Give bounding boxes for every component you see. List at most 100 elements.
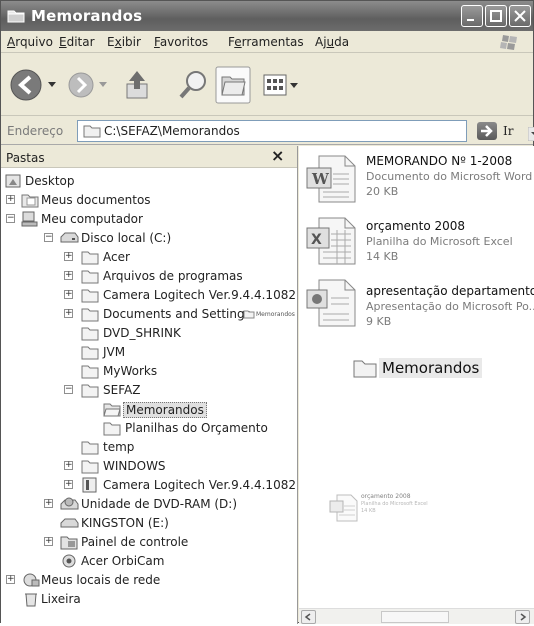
tree-item-temp[interactable]: temp xyxy=(1,438,291,457)
drag-ghost-folder-icon xyxy=(243,310,255,319)
tree-item-windows[interactable]: + WINDOWS xyxy=(1,457,291,476)
maximize-icon xyxy=(490,10,502,22)
expand-icon[interactable]: + xyxy=(44,537,53,546)
tree-item-acer[interactable]: + Acer xyxy=(1,248,291,267)
tree-item-camera-logitech[interactable]: + Camera Logitech Ver.9.4.4.1082 xyxy=(1,286,296,305)
control-panel-icon xyxy=(60,536,78,550)
address-input[interactable]: C:\SEFAZ\Memorandos xyxy=(77,120,534,142)
menu-editar[interactable]: Editar xyxy=(59,35,95,49)
go-label[interactable]: Ir xyxy=(503,124,513,138)
expand-icon[interactable]: + xyxy=(6,575,15,584)
tree-item-meu-computador[interactable]: − Meu computador xyxy=(1,210,291,229)
collapse-icon[interactable]: − xyxy=(64,385,73,394)
close-icon xyxy=(514,10,526,22)
tree-item-camera-logitech-device[interactable]: + Camera Logitech Ver.9.4.4.1082 xyxy=(1,476,296,495)
webcam-icon xyxy=(62,554,76,568)
menu-arquivo[interactable]: Arquivo xyxy=(7,35,53,49)
scroll-right-button[interactable] xyxy=(515,610,530,624)
windows-logo-icon xyxy=(500,35,517,50)
folder-icon xyxy=(81,270,99,284)
excel-sheet-icon xyxy=(329,494,358,522)
folder-icon xyxy=(81,308,99,322)
expand-icon[interactable]: + xyxy=(64,271,73,280)
documents-folder-icon xyxy=(21,194,39,208)
horizontal-scrollbar[interactable] xyxy=(299,608,534,624)
folder-icon xyxy=(353,360,377,378)
go-button[interactable] xyxy=(477,122,497,140)
explorer-window: Memorandos Arquivo Editar Exibir Favorit… xyxy=(0,0,534,624)
folders-pane: Pastas × Desktop + Meus documentos − Meu… xyxy=(1,146,298,624)
forward-button[interactable] xyxy=(67,71,95,99)
back-button[interactable] xyxy=(9,68,43,102)
minimize-button[interactable] xyxy=(461,5,483,27)
computer-icon xyxy=(21,211,38,227)
maximize-button[interactable] xyxy=(485,5,507,27)
tree-item-desktop[interactable]: Desktop xyxy=(1,172,291,191)
folders-pane-close-button[interactable]: × xyxy=(271,146,284,165)
tree-item-dvd-ram[interactable]: + Unidade de DVD-RAM (D:) xyxy=(1,495,291,514)
tree-item-dvd-shrink[interactable]: DVD_SHRINK xyxy=(1,324,291,343)
powerpoint-icon xyxy=(306,279,356,327)
menu-ajuda[interactable]: Ajuda xyxy=(315,35,349,49)
tree-item-planilhas-do-orcamento[interactable]: Planilhas do Orçamento xyxy=(1,419,291,438)
close-button[interactable] xyxy=(509,5,531,27)
drag-ghost-label: Memorandos xyxy=(256,311,295,318)
collapse-icon[interactable]: − xyxy=(44,233,53,242)
tree-item-sefaz[interactable]: − SEFAZ xyxy=(1,381,291,400)
search-button[interactable] xyxy=(177,68,211,102)
menu-exibir[interactable]: Exibir xyxy=(107,35,141,49)
menu-bar: Arquivo Editar Exibir Favoritos Ferramen… xyxy=(1,31,533,53)
removable-drive-icon xyxy=(60,518,79,528)
expand-icon[interactable]: + xyxy=(64,480,73,489)
tree-item-arquivos-de-programas[interactable]: + Arquivos de programas xyxy=(1,267,291,286)
expand-icon[interactable]: + xyxy=(64,309,73,318)
minimize-icon xyxy=(467,19,474,21)
expand-icon[interactable]: + xyxy=(44,499,53,508)
folder-icon xyxy=(81,251,99,265)
folders-pane-header: Pastas × xyxy=(1,146,297,168)
back-dropdown-icon[interactable] xyxy=(47,81,57,89)
address-dropdown-icon[interactable] xyxy=(528,127,534,141)
tree-item-myworks[interactable]: MyWorks xyxy=(1,362,291,381)
tree-item-jvm[interactable]: JVM xyxy=(1,343,291,362)
views-dropdown-icon[interactable] xyxy=(289,82,299,90)
scroll-left-button[interactable] xyxy=(301,610,316,624)
menu-ferramentas[interactable]: Ferramentas xyxy=(228,35,304,49)
folder-icon xyxy=(81,384,99,398)
tree-item-kingston[interactable]: KINGSTON (E:) xyxy=(1,514,291,533)
tree-item-disco-local[interactable]: − Disco local (C:) xyxy=(1,229,291,248)
expand-icon[interactable]: + xyxy=(64,290,73,299)
tree-item-documents-and-settings[interactable]: + Documents and Settings Memorandos xyxy=(1,305,297,324)
folder-icon xyxy=(81,460,99,474)
expand-icon[interactable]: + xyxy=(64,461,73,470)
tree-item-acer-orbicam[interactable]: Acer OrbiCam xyxy=(1,552,291,571)
folder-icon xyxy=(81,346,99,360)
folders-button[interactable] xyxy=(215,66,251,104)
hard-drive-icon xyxy=(60,232,79,243)
tree-item-memorandos[interactable]: Memorandos xyxy=(1,400,291,419)
forward-dropdown-icon[interactable] xyxy=(98,81,108,89)
svg-text:W: W xyxy=(311,170,330,188)
network-places-icon xyxy=(23,573,40,587)
chevron-left-icon xyxy=(304,613,311,621)
tree-item-painel-de-controle[interactable]: + Painel de controle xyxy=(1,533,291,552)
views-button[interactable] xyxy=(263,74,287,96)
tree-item-lixeira[interactable]: Lixeira xyxy=(1,590,291,609)
folder-icon xyxy=(81,327,99,341)
expand-icon[interactable]: + xyxy=(64,252,73,261)
address-label: Endereço xyxy=(7,124,64,138)
address-value: C:\SEFAZ\Memorandos xyxy=(104,124,240,138)
tree-item-meus-documentos[interactable]: + Meus documentos xyxy=(1,191,291,210)
collapse-icon[interactable]: − xyxy=(6,214,15,223)
scroll-thumb[interactable] xyxy=(381,611,449,623)
tree-item-meus-locais-de-rede[interactable]: + Meus locais de rede xyxy=(1,571,291,590)
menu-favoritos[interactable]: Favoritos xyxy=(154,35,208,49)
title-bar[interactable]: Memorandos xyxy=(1,1,533,31)
folders-pane-title: Pastas xyxy=(6,151,45,165)
expand-icon[interactable]: + xyxy=(6,195,15,204)
folder-icon xyxy=(81,441,99,455)
word-doc-icon: W xyxy=(306,155,356,203)
address-bar: Endereço C:\SEFAZ\Memorandos Ir xyxy=(1,117,534,145)
up-folder-button[interactable] xyxy=(121,68,155,102)
folder-icon xyxy=(81,365,99,379)
